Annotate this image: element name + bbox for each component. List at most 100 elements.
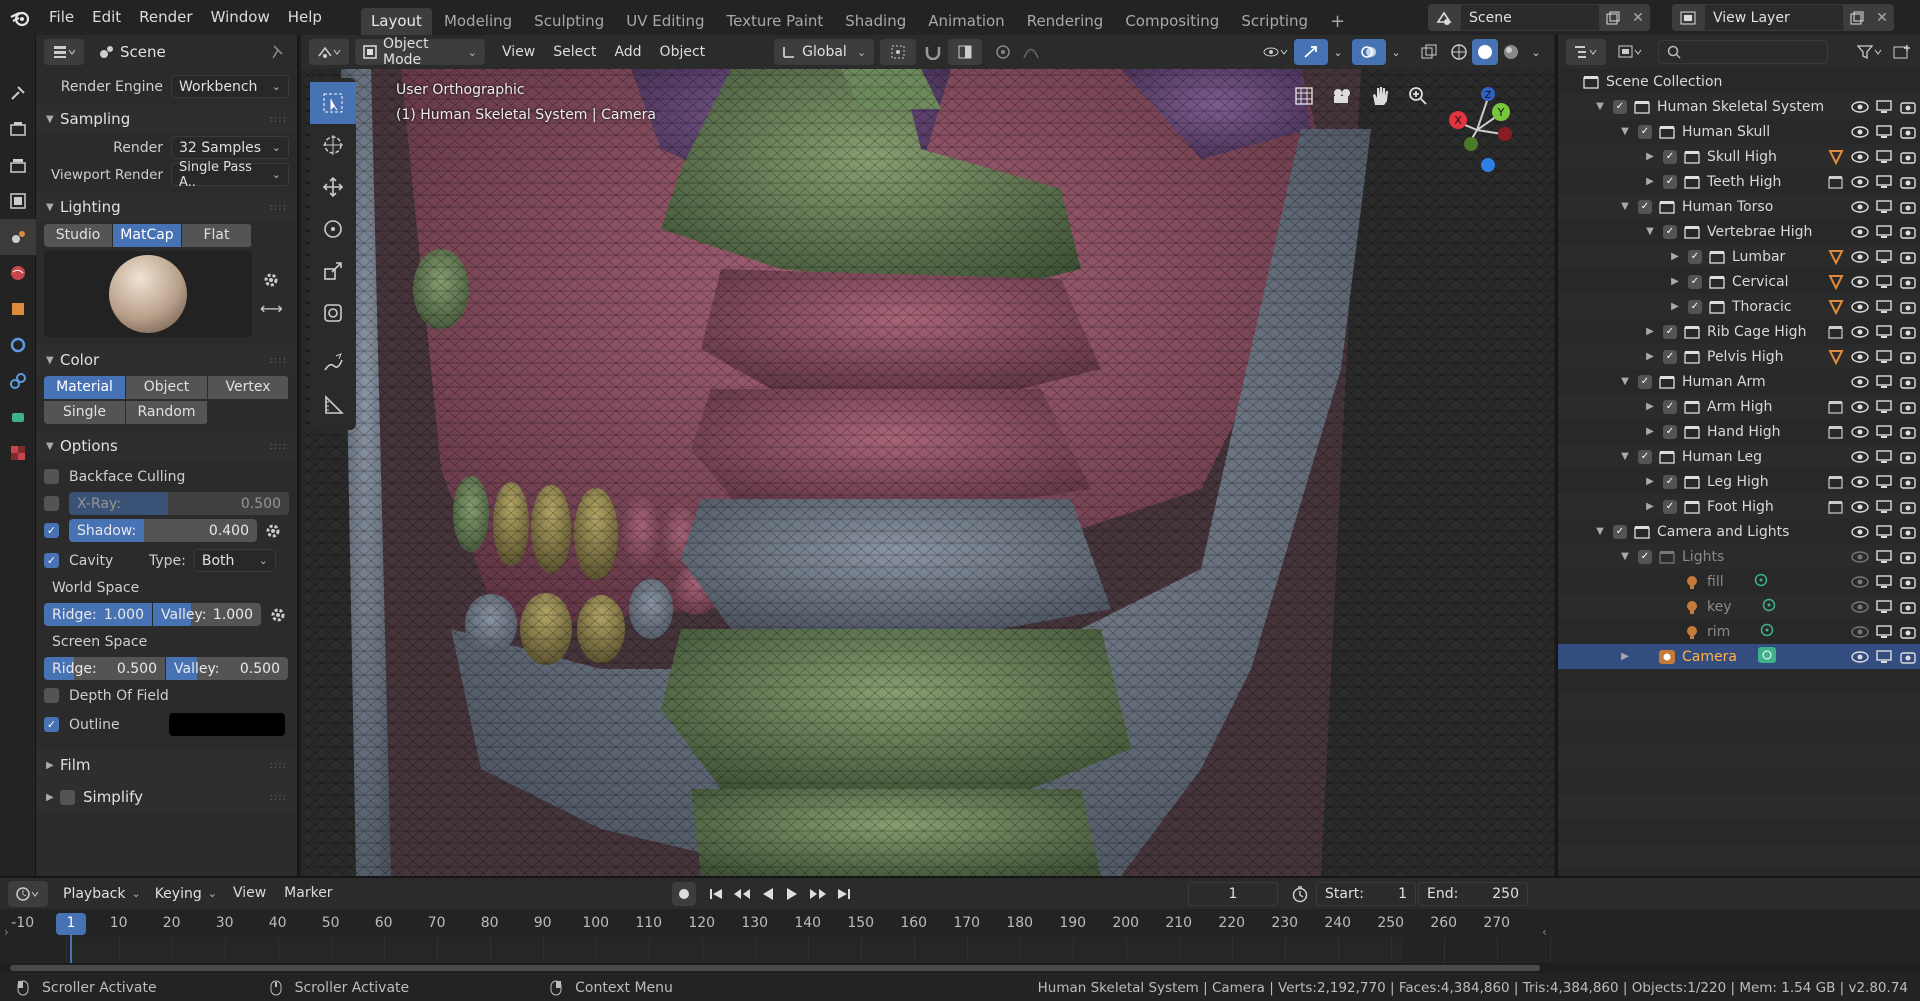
camera-view-icon[interactable] (1328, 82, 1356, 110)
cavity-checkbox[interactable]: ✓ (44, 553, 59, 568)
visibility-eye-icon[interactable] (1848, 375, 1872, 388)
data-tab-icon[interactable] (0, 399, 36, 435)
texture-tab-icon[interactable] (0, 435, 36, 471)
monitor-icon[interactable] (1872, 349, 1896, 364)
outliner-row[interactable]: ▼ ✓ Human Skeletal System (1558, 94, 1920, 119)
add-workspace-button[interactable]: + (1320, 8, 1355, 35)
exclude-checkbox[interactable]: ✓ (1663, 224, 1677, 239)
rotate-tool[interactable] (310, 208, 356, 250)
tab-sculpting[interactable]: Sculpting (524, 8, 614, 35)
chevron-right-icon[interactable]: ▶ (1668, 276, 1682, 287)
chevron-right-icon[interactable]: ▶ (1643, 476, 1657, 487)
grid-view-icon[interactable] (1290, 82, 1318, 110)
playback-menu[interactable]: Playback ⌄ (56, 882, 148, 905)
visibility-eye-icon[interactable] (1848, 350, 1872, 363)
chevron-down-icon[interactable]: ▼ (1593, 101, 1607, 112)
chevron-right-icon[interactable]: ▶ (1668, 251, 1682, 262)
sampling-panel-header[interactable]: ▼ Sampling:::: (36, 104, 297, 134)
chevron-down-icon[interactable]: ▼ (1593, 526, 1607, 537)
menu-help[interactable]: Help (279, 0, 331, 35)
mesh-icon[interactable] (1824, 299, 1848, 315)
film-panel-header[interactable]: ▶ Film:::: (36, 750, 297, 780)
monitor-icon[interactable] (1872, 399, 1896, 414)
filter-icon[interactable] (1852, 44, 1888, 60)
visibility-eye-icon[interactable] (1848, 200, 1872, 213)
shadow-slider[interactable]: Shadow: 0.400 (69, 519, 257, 542)
gear-icon[interactable] (260, 271, 283, 289)
render-camera-icon[interactable] (1896, 100, 1920, 114)
render-samples-dropdown[interactable]: 32 Samples ⌄ (171, 136, 289, 159)
view-layer-name-field[interactable]: View Layer (1704, 4, 1844, 31)
camera-data-icon[interactable] (1757, 646, 1777, 668)
render-engine-dropdown[interactable]: Workbench ⌄ (171, 75, 289, 98)
xray-slider[interactable]: X-Ray: 0.500 (69, 492, 289, 515)
visibility-selectability-icon[interactable] (1256, 39, 1294, 65)
tab-texture-paint[interactable]: Texture Paint (716, 8, 833, 35)
light-data-icon[interactable] (1762, 598, 1776, 616)
color-single-button[interactable]: Single (44, 401, 126, 424)
monitor-icon[interactable] (1872, 99, 1896, 114)
viewport-menu-view[interactable]: View (493, 35, 544, 70)
select-box-tool[interactable] (310, 82, 356, 124)
render-camera-icon[interactable] (1896, 425, 1920, 439)
monitor-icon[interactable] (1872, 249, 1896, 264)
end-frame-field[interactable]: End: 250 (1418, 881, 1528, 906)
visibility-eye-icon[interactable] (1848, 275, 1872, 288)
transform-orientation-dropdown[interactable]: Global ⌄ (774, 39, 875, 65)
prev-keyframe-icon[interactable] (730, 887, 754, 901)
outliner-row[interactable]: ▶ ✓ Leg High (1558, 469, 1920, 494)
pin-icon[interactable] (271, 44, 285, 60)
matcap-preview[interactable] (44, 251, 252, 337)
drag-grip-icon[interactable]: :::: (270, 760, 287, 771)
tab-layout[interactable]: Layout (360, 8, 432, 35)
scene-browse-icon[interactable] (1428, 4, 1460, 31)
exclude-checkbox[interactable]: ✓ (1638, 124, 1652, 139)
render-camera-icon[interactable] (1896, 575, 1920, 589)
exclude-checkbox[interactable]: ✓ (1663, 474, 1677, 489)
outliner-row[interactable]: ▼ ✓ Human Leg (1558, 444, 1920, 469)
outliner-row[interactable]: fill (1558, 569, 1920, 594)
chevron-right-icon[interactable]: ▶ (1643, 176, 1657, 187)
outliner-row[interactable]: ▶ ✓ Skull High (1558, 144, 1920, 169)
material-shading-icon[interactable] (1498, 39, 1524, 65)
chevron-down-icon[interactable]: ⌄ (1328, 39, 1348, 65)
color-object-button[interactable]: Object (126, 376, 208, 399)
3d-viewport[interactable] (301, 69, 1554, 876)
gizmo-toggle-icon[interactable] (1294, 39, 1328, 65)
outline-color-swatch[interactable] (169, 713, 285, 736)
constraint-tab-icon[interactable] (0, 363, 36, 399)
snap-target-icon[interactable] (948, 39, 983, 65)
render-camera-icon[interactable] (1896, 225, 1920, 239)
render-camera-icon[interactable] (1896, 550, 1920, 564)
visibility-eye-icon[interactable] (1848, 450, 1872, 463)
gear-icon[interactable] (269, 606, 287, 624)
visibility-eye-icon[interactable] (1848, 525, 1872, 538)
tool-tab-icon[interactable] (0, 75, 36, 111)
mesh-icon[interactable] (1824, 149, 1848, 165)
tab-rendering[interactable]: Rendering (1017, 8, 1114, 35)
color-panel-header[interactable]: ▼ Color:::: (36, 345, 297, 375)
monitor-icon[interactable] (1872, 274, 1896, 289)
monitor-icon[interactable] (1872, 424, 1896, 439)
outliner-editor-type-icon[interactable] (1566, 39, 1606, 65)
options-panel-header[interactable]: ▼ Options:::: (36, 431, 297, 461)
cavity-type-dropdown[interactable]: Both ⌄ (193, 549, 276, 572)
scene-tab-icon[interactable] (0, 219, 36, 255)
outliner-row[interactable]: ▶ ✓ Pelvis High (1558, 344, 1920, 369)
outliner-row[interactable]: ▼ ✓ Human Skull (1558, 119, 1920, 144)
visibility-eye-icon[interactable] (1848, 575, 1872, 588)
chevron-down-icon[interactable]: ▼ (1618, 376, 1632, 387)
monitor-icon[interactable] (1872, 499, 1896, 514)
xray-toggle-icon[interactable] (1414, 39, 1444, 65)
child-collection-icon[interactable] (1824, 325, 1848, 339)
lighting-matcap-button[interactable]: MatCap (113, 224, 182, 247)
timeline-menu-view[interactable]: View (224, 876, 275, 911)
record-icon[interactable] (672, 881, 696, 906)
visibility-eye-icon[interactable] (1848, 500, 1872, 513)
pan-hand-icon[interactable] (1366, 82, 1394, 110)
proportional-edit-icon[interactable] (988, 39, 1018, 65)
outliner-row[interactable]: ▶ ✓ Foot High (1558, 494, 1920, 519)
timeline-menu-marker[interactable]: Marker (275, 876, 341, 911)
exclude-checkbox[interactable]: ✓ (1663, 324, 1677, 339)
editor-type-icon[interactable] (44, 39, 84, 65)
